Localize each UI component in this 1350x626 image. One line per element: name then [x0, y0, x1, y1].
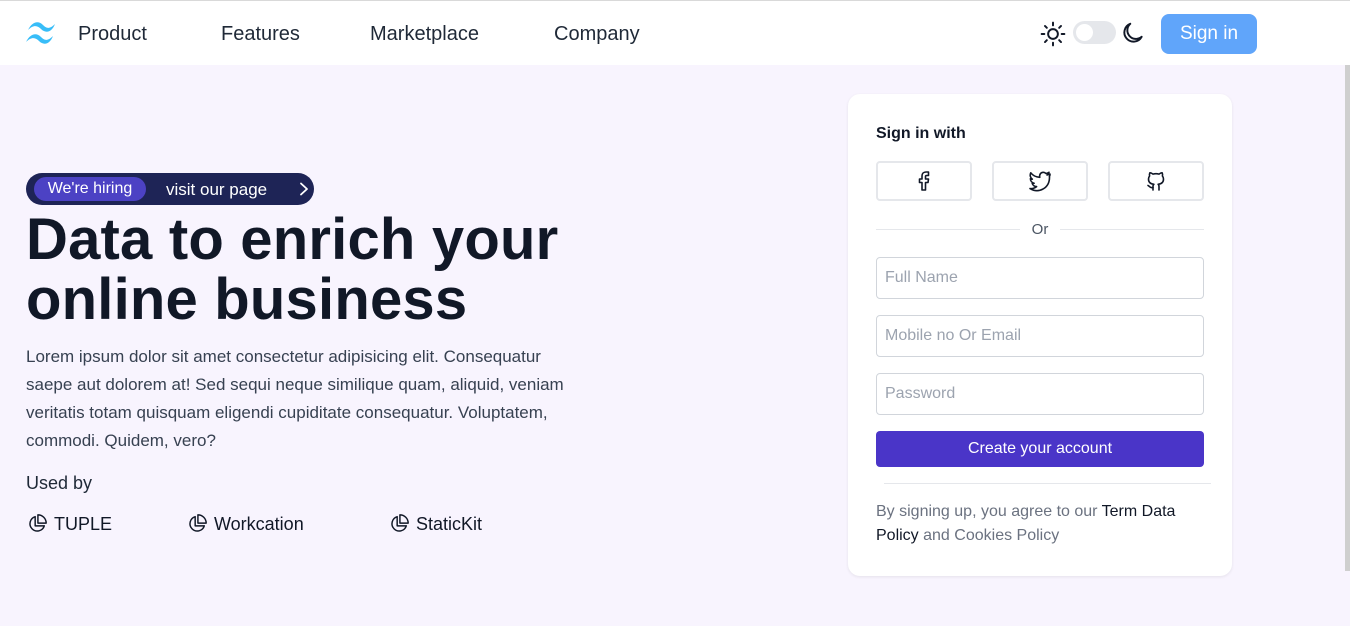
hiring-banner[interactable]: We're hiring visit our page	[26, 173, 314, 205]
brand-label: Workcation	[214, 513, 304, 534]
toggle-knob	[1076, 24, 1093, 41]
navbar: Product Features Marketplace Company Sig…	[0, 0, 1350, 65]
full-name-input[interactable]	[876, 257, 1204, 299]
nav-link-marketplace[interactable]: Marketplace	[370, 23, 479, 46]
github-icon	[1147, 172, 1165, 191]
facebook-icon	[918, 171, 930, 191]
sun-icon[interactable]	[1040, 21, 1066, 47]
headline-line-2: online business	[26, 267, 468, 332]
pie-chart-icon	[29, 514, 47, 532]
hiring-tag: We're hiring	[34, 177, 146, 201]
facebook-button[interactable]	[876, 161, 972, 201]
card-title: Sign in with	[876, 125, 966, 142]
used-by-label: Used by	[26, 473, 93, 493]
hero-headline: Data to enrich your online business	[26, 210, 666, 330]
pie-chart-icon	[189, 514, 207, 532]
brand-workcation: Workcation	[186, 512, 304, 536]
brand-tuple: TUPLE	[26, 512, 112, 536]
chevron-right-icon	[300, 182, 308, 196]
theme-toggle[interactable]	[1073, 21, 1116, 44]
sign-in-button[interactable]: Sign in	[1161, 14, 1257, 54]
logo-icon[interactable]	[24, 16, 60, 52]
github-button[interactable]	[1108, 161, 1204, 201]
create-account-button[interactable]: Create your account	[876, 431, 1204, 467]
terms-prefix: By signing up, you agree to our	[876, 503, 1102, 520]
contact-input[interactable]	[876, 315, 1204, 357]
brand-statickit: StaticKit	[388, 512, 482, 536]
nav-link-features[interactable]: Features	[221, 23, 300, 46]
card-divider	[884, 483, 1211, 484]
signup-card: Sign in with Or Create your account By s…	[848, 94, 1232, 576]
hiring-link[interactable]: visit our page	[166, 180, 267, 200]
brand-label: TUPLE	[54, 513, 113, 534]
nav-link-product[interactable]: Product	[78, 23, 147, 46]
twitter-icon	[1029, 171, 1051, 192]
headline-line-1: Data to enrich your	[26, 207, 559, 272]
brand-label: StaticKit	[416, 513, 483, 534]
cookies-policy-link[interactable]: Cookies Policy	[954, 527, 1059, 544]
moon-icon[interactable]	[1120, 20, 1146, 46]
terms-mid: and	[918, 527, 955, 544]
password-input[interactable]	[876, 373, 1204, 415]
hero-description: Lorem ipsum dolor sit amet consectetur a…	[26, 347, 564, 450]
pie-chart-icon	[391, 514, 409, 532]
divider-line-right	[1060, 229, 1204, 230]
nav-link-company[interactable]: Company	[554, 23, 640, 46]
terms-text: By signing up, you agree to our Term Dat…	[876, 500, 1206, 548]
scrollbar[interactable]	[1345, 65, 1350, 571]
twitter-button[interactable]	[992, 161, 1088, 201]
